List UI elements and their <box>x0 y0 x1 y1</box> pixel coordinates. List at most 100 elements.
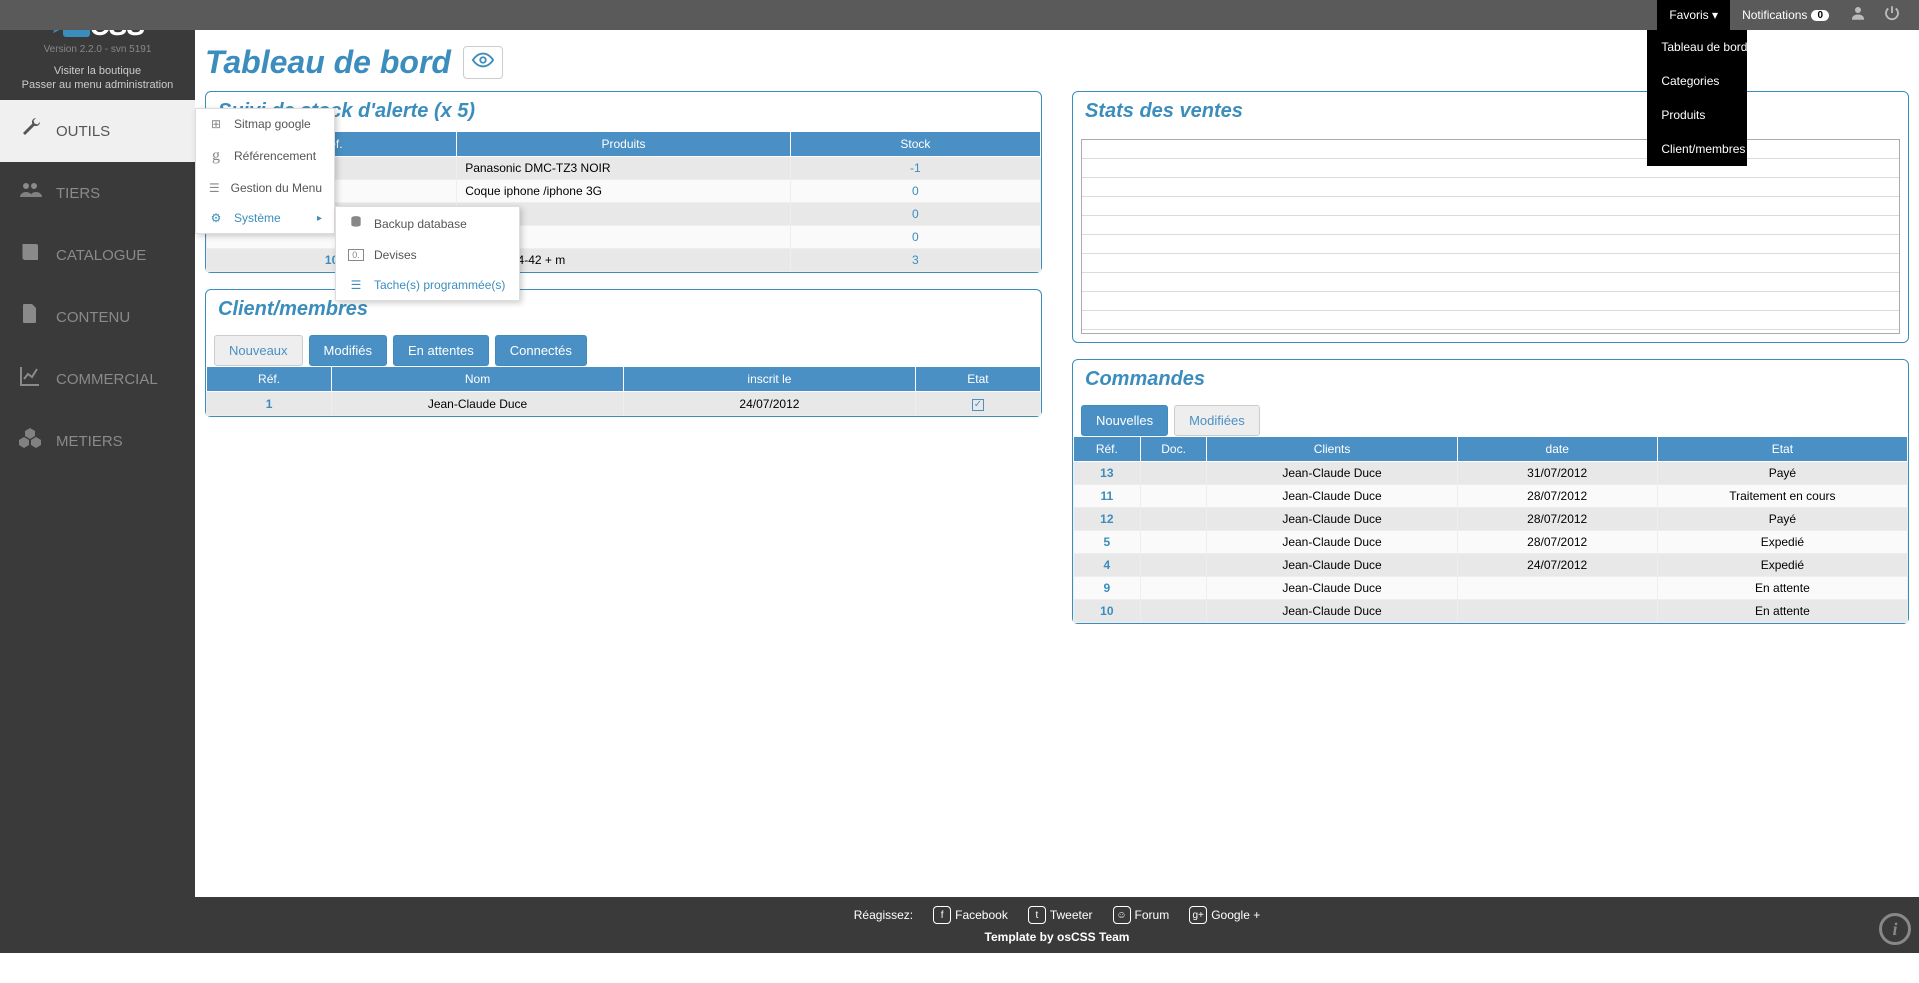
file-icon <box>18 302 42 332</box>
notifications-menu[interactable]: Notifications 0 <box>1730 0 1841 30</box>
sitemap-icon: ⊞ <box>208 117 224 131</box>
nav-metiers[interactable]: METIERS <box>0 410 195 472</box>
forum-icon: ☺ <box>1113 906 1131 924</box>
clients-th-name: Nom <box>332 367 624 392</box>
cubes-icon <box>18 426 42 456</box>
nav-contenu-label: CONTENU <box>56 309 130 326</box>
footer-twitter[interactable]: tTweeter <box>1028 906 1093 924</box>
nav-tiers[interactable]: TIERS <box>0 162 195 224</box>
clients-th-date: inscrit le <box>623 367 915 392</box>
admin-menu-link[interactable]: Passer au menu administration <box>0 78 195 92</box>
table-row[interactable]: 13Jean-Claude Duce31/07/2012Payé <box>1074 462 1908 485</box>
clients-panel: Client/membres Nouveaux Modifiés En atte… <box>205 289 1042 417</box>
nav-commercial-label: COMMERCIAL <box>56 371 158 388</box>
table-row[interactable]: 5Jean-Claude Duce28/07/2012Expedié <box>1074 531 1908 554</box>
footer-credit: Template by osCSS Team <box>195 927 1919 947</box>
submenu-backup[interactable]: Backup database <box>336 207 519 240</box>
fav-item-categories[interactable]: Categories <box>1647 64 1747 98</box>
nav-metiers-label: METIERS <box>56 433 123 450</box>
power-icon[interactable] <box>1875 4 1909 27</box>
check-icon: ✓ <box>972 399 984 411</box>
twitter-icon: t <box>1028 906 1046 924</box>
notifications-badge: 0 <box>1811 10 1829 21</box>
outils-submenu: ⊞Sitmap google gRéférencement ☰Gestion d… <box>195 108 335 234</box>
info-icon[interactable]: i <box>1879 913 1911 945</box>
book-icon <box>18 240 42 270</box>
table-row[interactable]: 4Jean-Claude Duce24/07/2012Expedié <box>1074 554 1908 577</box>
submenu-seo[interactable]: gRéférencement <box>196 139 334 173</box>
footer-react-label: Réagissez: <box>854 908 913 922</box>
user-icon[interactable] <box>1841 4 1875 27</box>
sales-chart <box>1081 139 1900 334</box>
submenu-system[interactable]: ⚙Système▸ <box>196 203 334 233</box>
topbar: Favoris ▾ Tableau de bord Categories Pro… <box>0 0 1919 30</box>
stock-th-stock: Stock <box>790 132 1040 157</box>
footer: Réagissez: fFacebook tTweeter ☺Forum g+G… <box>195 897 1919 953</box>
orders-title: Commandes <box>1073 360 1908 399</box>
nav-tiers-label: TIERS <box>56 185 100 202</box>
sales-stats-title: Stats des ventes <box>1073 92 1908 131</box>
chart-icon <box>18 364 42 394</box>
table-row[interactable]: 10E-520 + 14-42 + m3 <box>207 249 1041 272</box>
footer-forum[interactable]: ☺Forum <box>1113 906 1170 924</box>
database-icon <box>348 215 364 232</box>
table-row[interactable]: 1 Jean-Claude Duce 24/07/2012 ✓ <box>207 392 1041 416</box>
orders-th-doc: Doc. <box>1140 437 1207 462</box>
favoris-dropdown: Tableau de bord Categories Produits Clie… <box>1647 30 1747 166</box>
table-row[interactable]: 12Jean-Claude Duce28/07/2012Payé <box>1074 508 1908 531</box>
orders-table: Réf. Doc. Clients date Etat 13Jean-Claud… <box>1073 436 1908 623</box>
favoris-menu[interactable]: Favoris ▾ <box>1657 0 1730 30</box>
orders-panel: Commandes Nouvelles Modifiées Réf. Doc. … <box>1072 359 1909 624</box>
facebook-icon: f <box>933 906 951 924</box>
nav-outils[interactable]: OUTILS <box>0 100 195 162</box>
orders-th-state: Etat <box>1657 437 1907 462</box>
nav-commercial[interactable]: COMMERCIAL <box>0 348 195 410</box>
nav-catalogue[interactable]: CATALOGUE <box>0 224 195 286</box>
caret-right-icon: ▸ <box>317 213 322 224</box>
table-row[interactable]: 10Jean-Claude DuceEn attente <box>1074 600 1908 623</box>
nav-catalogue-label: CATALOGUE <box>56 247 146 264</box>
nav-contenu[interactable]: CONTENU <box>0 286 195 348</box>
tab-modifies[interactable]: Modifiés <box>309 335 387 366</box>
table-row[interactable]: 9Jean-Claude DuceEn attente <box>1074 577 1908 600</box>
footer-google[interactable]: g+Google + <box>1189 906 1260 924</box>
notifications-label: Notifications <box>1742 8 1807 22</box>
stock-th-products: Produits <box>457 132 791 157</box>
orders-th-clients: Clients <box>1207 437 1457 462</box>
tab-modifiees[interactable]: Modifiées <box>1174 405 1260 436</box>
favoris-label: Favoris <box>1669 8 1708 22</box>
fav-item-dashboard[interactable]: Tableau de bord <box>1647 30 1747 64</box>
google-plus-icon: g+ <box>1189 906 1207 924</box>
users-icon <box>18 178 42 208</box>
chevron-down-icon: ▾ <box>1712 8 1718 22</box>
submenu-menu-management[interactable]: ☰Gestion du Menu <box>196 173 334 203</box>
clients-title: Client/membres <box>206 290 1041 329</box>
sidebar: ➤ os CSS Version 2.2.0 - svn 5191 Visite… <box>0 0 195 953</box>
nav-outils-label: OUTILS <box>56 123 110 140</box>
tab-connectes[interactable]: Connectés <box>495 335 587 366</box>
clients-th-ref: Réf. <box>207 367 332 392</box>
visit-shop-link[interactable]: Visiter la boutique <box>0 64 195 78</box>
fav-item-clients[interactable]: Client/membres <box>1647 132 1747 166</box>
tab-nouveaux[interactable]: Nouveaux <box>214 335 303 366</box>
wrench-icon <box>18 116 42 146</box>
tasks-icon: ☰ <box>348 278 364 292</box>
submenu-scheduled-tasks[interactable]: ☰Tache(s) programmée(s) <box>336 270 519 300</box>
fav-item-products[interactable]: Produits <box>1647 98 1747 132</box>
submenu-currencies[interactable]: 0.Devises <box>336 240 519 270</box>
clients-th-state: Etat <box>915 367 1040 392</box>
system-submenu: Backup database 0.Devises ☰Tache(s) prog… <box>335 206 520 301</box>
clients-table: Réf. Nom inscrit le Etat 1 Jean-Claude D… <box>206 366 1041 416</box>
main-content: Tableau de bord Suivi de stock d'alerte … <box>195 30 1919 983</box>
tab-nouvelles[interactable]: Nouvelles <box>1081 405 1168 436</box>
page-title: Tableau de bord <box>205 44 451 81</box>
version-text: Version 2.2.0 - svn 5191 <box>15 44 180 55</box>
submenu-sitemap[interactable]: ⊞Sitmap google <box>196 109 334 139</box>
footer-facebook[interactable]: fFacebook <box>933 906 1008 924</box>
tab-en-attentes[interactable]: En attentes <box>393 335 489 366</box>
orders-th-date: date <box>1457 437 1657 462</box>
table-row[interactable]: 11Jean-Claude Duce28/07/2012Traitement e… <box>1074 485 1908 508</box>
preview-button[interactable] <box>463 46 503 79</box>
sidebar-links: Visiter la boutique Passer au menu admin… <box>0 60 195 100</box>
gear-icon: ⚙ <box>208 211 224 225</box>
